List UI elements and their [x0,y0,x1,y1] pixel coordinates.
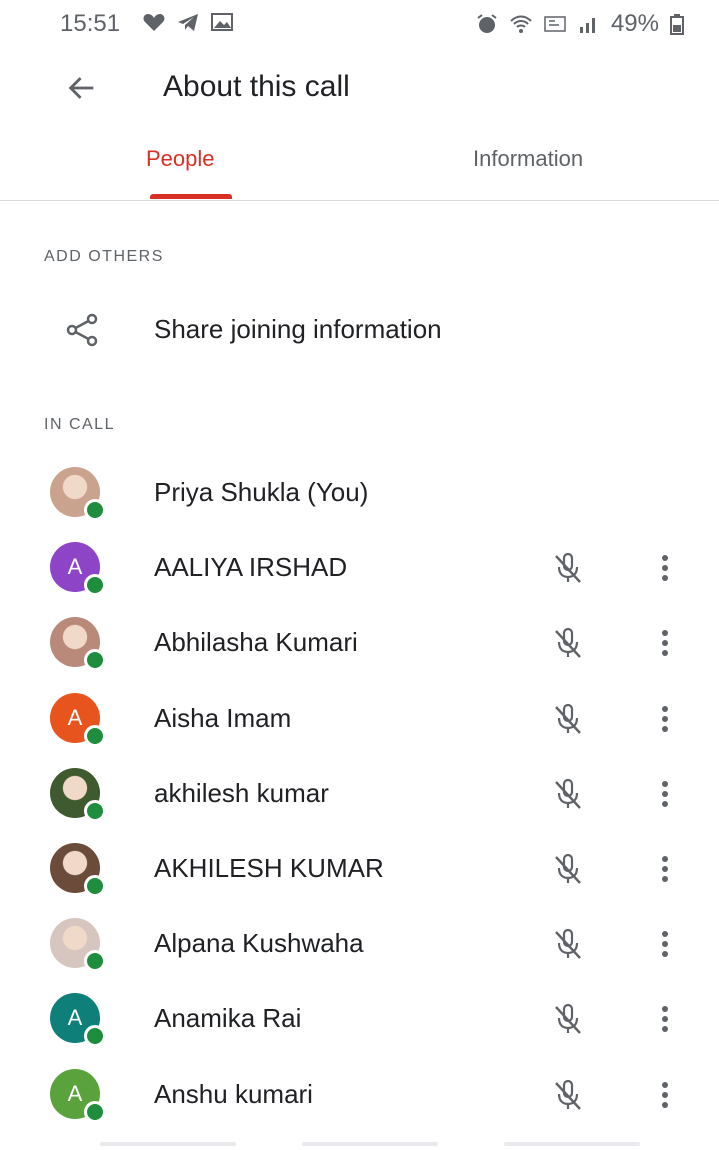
avatar: A [50,993,106,1048]
page-title: About this call [163,70,350,103]
mic-off-icon[interactable] [548,699,588,739]
mic-off-icon[interactable] [548,774,588,814]
avatar [50,467,106,521]
more-options-icon[interactable] [650,774,680,814]
mic-off-icon[interactable] [548,924,588,964]
telegram-icon [178,14,198,31]
signal-icon [579,18,595,33]
presence-dot [84,1100,106,1123]
section-header-add-others: ADD OTHERS [44,248,164,265]
participant-row[interactable]: A Anamika Rai [0,981,719,1055]
back-button[interactable] [58,64,106,112]
participant-row[interactable]: Priya Shukla (You) [0,455,719,529]
volte-icon [544,16,566,32]
avatar [50,843,106,897]
participant-row[interactable]: Alpana Kushwaha [0,906,719,980]
tab-people[interactable]: People [146,146,215,172]
avatar: A [50,542,106,597]
presence-dot [84,649,106,672]
participant-row[interactable]: Abhilasha Kumari [0,605,719,679]
participant-name: Anshu kumari [154,1078,313,1109]
participant-name: akhilesh kumar [154,777,329,808]
share-icon [66,313,98,347]
tab-information[interactable]: Information [473,146,583,172]
more-options-icon[interactable] [650,924,680,964]
participant-name: Priya Shukla (You) [154,477,369,507]
mic-off-icon[interactable] [548,849,588,889]
participant-row[interactable]: A Aisha Imam [0,681,719,755]
participant-name: Alpana Kushwaha [154,928,364,959]
share-joining-info-label: Share joining information [154,314,442,344]
bottom-hint [100,1142,236,1146]
battery-icon [670,14,684,35]
more-options-icon[interactable] [650,623,680,663]
presence-dot [84,950,106,973]
avatar: A [50,1068,106,1123]
mic-off-icon[interactable] [548,999,588,1039]
share-joining-info-button[interactable]: Share joining information [0,296,719,362]
more-options-icon[interactable] [650,1075,680,1115]
active-tab-indicator [150,194,232,199]
mic-off-icon[interactable] [548,1075,588,1115]
vertical-dots-icon [662,555,668,582]
presence-dot [84,875,106,897]
status-bar: 15:51 49% [0,0,719,48]
participant-row[interactable]: AKHILESH KUMAR [0,831,719,905]
presence-dot [84,499,106,521]
presence-dot [84,724,106,747]
more-options-icon[interactable] [650,699,680,739]
vertical-dots-icon [662,856,668,882]
participant-name: Anamika Rai [154,1003,302,1034]
tab-bar: People Information [0,126,719,201]
vertical-dots-icon [662,780,668,807]
participant-row[interactable]: A Anshu kumari [0,1057,719,1131]
bottom-hint [302,1142,438,1146]
mic-off-icon[interactable] [548,548,588,588]
avatar [50,617,106,672]
participant-name: AALIYA IRSHAD [154,552,348,583]
battery-percent: 49% [610,10,659,37]
mic-off-icon[interactable] [548,623,588,663]
wifi-icon [510,15,532,33]
bottom-hints [0,1140,719,1150]
presence-dot [84,574,106,597]
participant-row[interactable]: A AALIYA IRSHAD [0,530,719,604]
presence-dot [84,1025,106,1048]
app-bar: About this call [0,52,719,124]
avatar [50,918,106,973]
bottom-hint [504,1142,640,1146]
vertical-dots-icon [662,705,668,732]
participant-name: Aisha Imam [154,702,292,733]
presence-dot [84,799,106,822]
vertical-dots-icon [662,1006,668,1033]
vertical-dots-icon [662,931,668,958]
gallery-icon [211,13,233,31]
participant-name: AKHILESH KUMAR [154,853,384,883]
more-options-icon[interactable] [650,849,680,889]
participant-row[interactable]: akhilesh kumar [0,756,719,830]
section-header-in-call: IN CALL [44,416,115,433]
status-time: 15:51 [60,10,121,37]
back-arrow-icon [68,77,94,99]
vertical-dots-icon [662,630,668,657]
more-options-icon[interactable] [650,999,680,1039]
participant-name: Abhilasha Kumari [154,627,358,658]
avatar: A [50,692,106,747]
alarm-icon [477,14,497,33]
more-options-icon[interactable] [650,548,680,588]
vertical-dots-icon [662,1081,668,1108]
avatar [50,767,106,822]
heart-icon [143,14,165,31]
